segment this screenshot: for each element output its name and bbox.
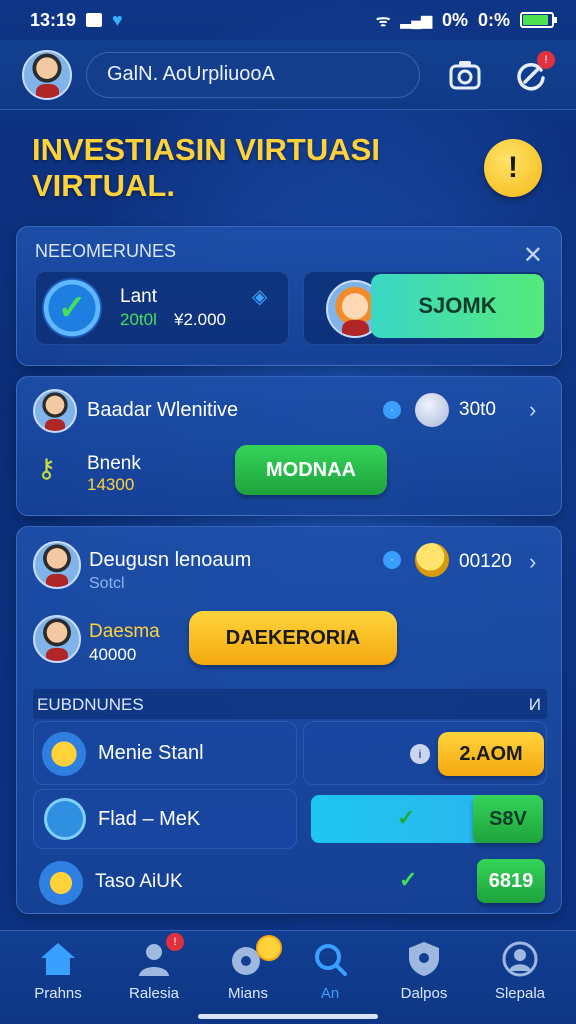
nav-label: Prahns <box>34 985 82 1002</box>
gold-coin-icon <box>415 543 449 577</box>
info-dot-icon: · <box>383 401 401 419</box>
nav-item-dalpos[interactable]: Dalpos <box>376 939 472 1009</box>
nav-badge: ! <box>166 933 184 951</box>
bottom-nav: Prahns ! Ralesia Mians An Dalpos Slepala <box>0 930 576 1024</box>
investment-sub-value: 14300 <box>87 475 135 494</box>
investment-value: 30t0 <box>459 399 496 420</box>
person-title: Daesma <box>89 621 160 642</box>
list-item[interactable]: Flad – MeK <box>33 789 297 849</box>
info-icon: i <box>410 744 430 764</box>
hero-title: INVESTIASIN VIRTUASI VIRTUAL. <box>32 132 380 203</box>
search-icon <box>310 939 350 979</box>
check-icon: ✓ <box>42 278 102 338</box>
target-icon <box>44 798 86 840</box>
investment-card-2: Deugusn lenoaum Sotcl · 00120 › Daesma 4… <box>16 526 562 914</box>
camera-icon <box>449 61 481 90</box>
investment-sub-title: Bnenk <box>87 453 141 474</box>
list-item[interactable]: Menie Stanl <box>33 721 297 785</box>
row-action-button[interactable]: S8V <box>473 795 543 843</box>
status-time: 13:19 <box>30 9 77 30</box>
list-item-label: Flad – MeK <box>98 808 201 830</box>
investor-avatar <box>33 541 81 589</box>
close-icon[interactable]: ✕ <box>523 241 543 270</box>
coin-icon <box>256 935 282 961</box>
wifi-icon: ᯤ <box>375 13 391 30</box>
key-icon: ⚷ <box>37 453 57 483</box>
row-action-button[interactable]: 2.AOM <box>438 732 544 776</box>
nav-item-ralesia[interactable]: ! Ralesia <box>106 933 202 1009</box>
nav-label: An <box>320 985 340 1002</box>
check-icon: ✓ <box>397 805 416 830</box>
signal-percent: 0% <box>441 9 468 30</box>
recommendation-title: Lant <box>120 286 157 307</box>
promo-button[interactable]: SJOMK <box>371 274 544 338</box>
chevron-right-icon[interactable]: › <box>529 397 536 423</box>
battery-percent: 0:% <box>477 9 510 30</box>
recommendation-value-green: 20t0l <box>120 310 157 329</box>
nav-label: Slepala <box>494 985 546 1002</box>
person-avatar <box>33 615 81 663</box>
list-item-label: Taso AiUK <box>95 871 183 892</box>
daekeroria-button[interactable]: DAEKERORIA <box>189 611 397 665</box>
gear-icon <box>42 732 86 776</box>
row-action-button[interactable]: 6819 <box>477 859 545 903</box>
recommendation-item[interactable]: ✓ Lant 20t0l ¥2.000 ◈ <box>35 271 289 345</box>
nav-item-slepala[interactable]: Slepala <box>472 939 568 1009</box>
info-dot-icon: · <box>383 551 401 569</box>
heart-notification-icon: ♥ <box>112 9 123 30</box>
nav-label: Dalpos <box>400 985 448 1002</box>
diamond-icon: ◈ <box>252 286 268 308</box>
recommendation-value: ¥2.000 <box>174 310 226 329</box>
silver-coin-icon <box>415 393 449 427</box>
progress-bar: ✓ S8V <box>311 795 543 843</box>
gallery-notification-icon <box>86 13 103 27</box>
shield-icon <box>404 939 444 979</box>
person-value: 40000 <box>89 645 137 664</box>
user-icon <box>500 939 540 979</box>
profile-avatar[interactable] <box>22 49 72 100</box>
recommendations-section-label: NEEOMERUNES <box>35 241 177 261</box>
section-label: EUBDNUNES <box>37 695 144 714</box>
top-bar: GalN. AoUrpliuooA <box>0 40 576 110</box>
signal-icon: ▂▄▆ <box>400 11 432 28</box>
sync-button[interactable]: ! <box>513 51 555 93</box>
recommendations-card: NEEOMERUNES ✕ ✓ Lant 20t0l ¥2.000 ◈ SJOM… <box>16 226 562 366</box>
section-header: EUBDNUNES И <box>33 689 547 719</box>
search-text: GalN. AoUrpliuooA <box>107 63 275 85</box>
modnaa-button[interactable]: MODNAA <box>235 445 387 495</box>
alert-badge-button[interactable]: ! <box>484 139 542 197</box>
nav-label: Ralesia <box>128 985 180 1002</box>
list-item-action: i 2.AOM <box>303 721 547 785</box>
nav-item-search[interactable]: An <box>282 939 378 1009</box>
search-field[interactable]: GalN. AoUrpliuooA <box>86 51 420 98</box>
investment-title: Baadar Wlenitive <box>87 399 239 421</box>
investment-subtitle: Sotcl <box>89 575 125 592</box>
nav-item-home[interactable]: Prahns <box>10 939 106 1009</box>
investor-avatar <box>33 389 77 433</box>
battery-icon <box>520 12 557 28</box>
section-right-label: И <box>528 695 541 714</box>
home-indicator[interactable] <box>198 1014 378 1019</box>
investment-card-1: Baadar Wlenitive · 30t0 › ⚷ Bnenk 14300 … <box>16 376 562 516</box>
list-item-label: Menie Stanl <box>98 742 204 764</box>
location-icon <box>228 935 282 979</box>
home-icon <box>38 939 78 979</box>
person-icon: ! <box>134 933 184 979</box>
notification-badge: ! <box>537 51 555 69</box>
chevron-right-icon[interactable]: › <box>529 549 536 575</box>
investment-value: 00120 <box>459 551 512 572</box>
nav-label: Mians <box>227 985 268 1002</box>
investment-title: Deugusn lenoaum <box>89 549 252 571</box>
gear-icon <box>39 861 83 905</box>
check-icon: ✓ <box>399 867 418 892</box>
camera-button[interactable] <box>447 57 483 93</box>
status-bar: 13:19 ♥ ᯤ ▂▄▆ 0% 0:% <box>0 0 576 40</box>
